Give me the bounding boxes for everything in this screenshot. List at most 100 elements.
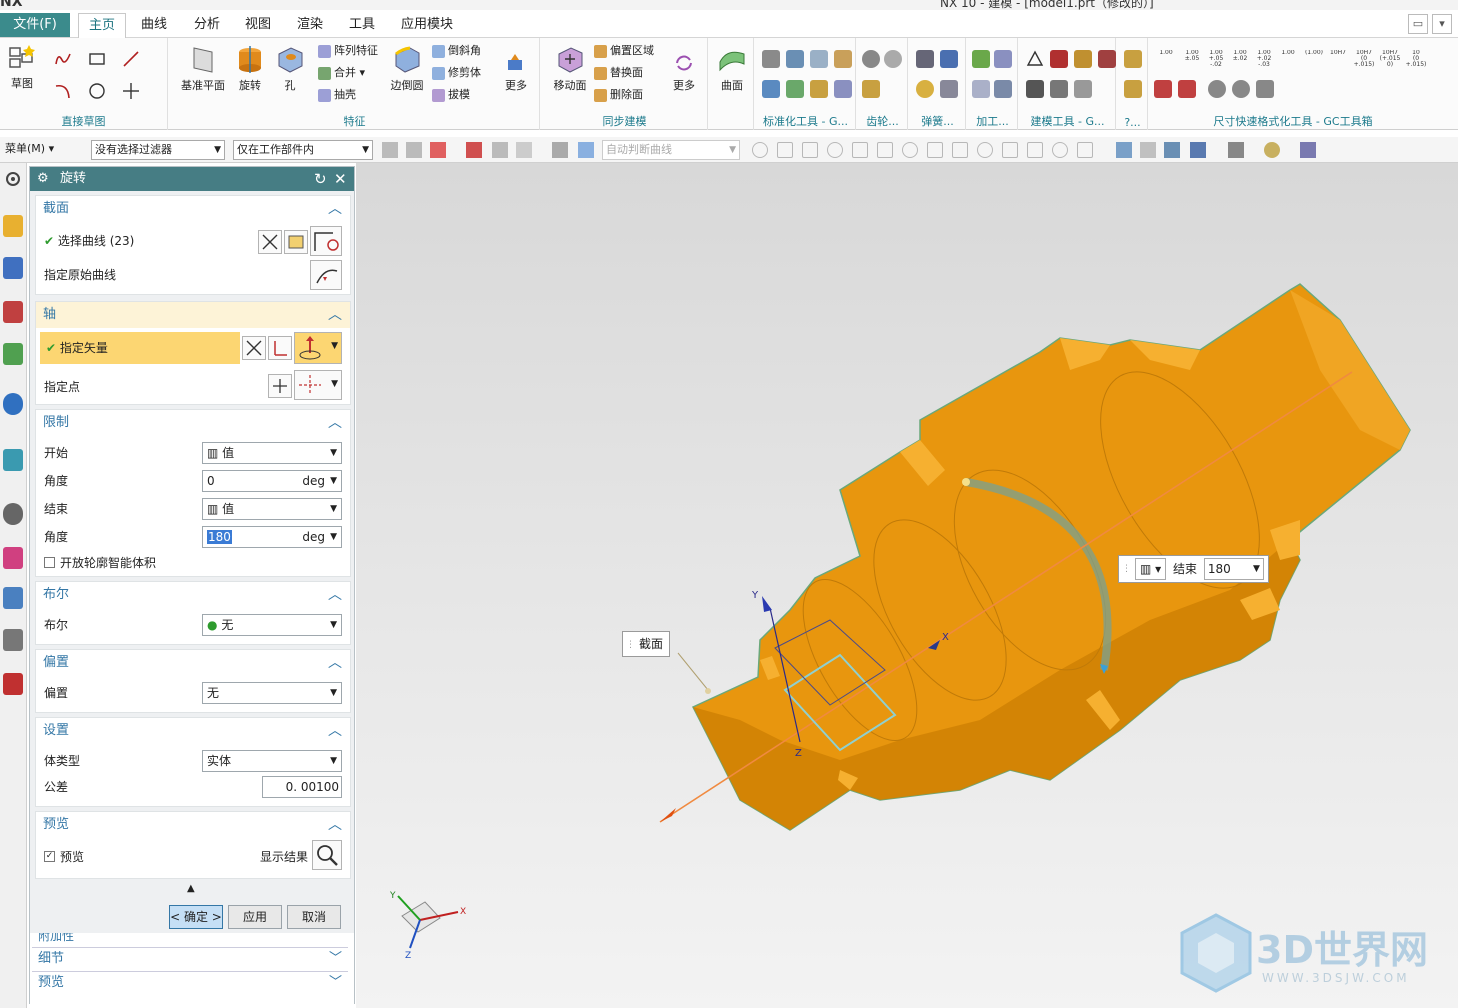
- collapse-icon[interactable]: ︿: [328, 650, 342, 676]
- profile-icon[interactable]: [54, 50, 72, 68]
- model-view[interactable]: Y Z X X Y Z: [356, 163, 1458, 1008]
- snap-point-icon[interactable]: [1077, 142, 1093, 158]
- std-tool-8-icon[interactable]: [834, 80, 852, 98]
- specify-vector-row[interactable]: ✔ 指定矢量: [40, 332, 240, 364]
- section-screen-tag[interactable]: ⋮ 截面: [622, 631, 671, 657]
- start-type-select[interactable]: ▥ 值 ▼: [202, 442, 342, 464]
- dim-tool-a-icon[interactable]: [1154, 80, 1172, 98]
- constraint-navigator-icon[interactable]: [3, 257, 23, 279]
- select-all-icon[interactable]: [430, 142, 446, 158]
- modeling-tool-2-icon[interactable]: [1050, 50, 1068, 68]
- partial-section-label[interactable]: 附加性: [38, 933, 74, 944]
- close-icon[interactable]: ✕: [334, 167, 347, 191]
- spring-tool-1-icon[interactable]: [916, 50, 934, 68]
- expand-up-arrow-icon[interactable]: ▲: [187, 883, 195, 894]
- gear-tool-1-icon[interactable]: [862, 50, 880, 68]
- collapse-icon[interactable]: ︿: [328, 196, 342, 222]
- render-style-icon[interactable]: [1116, 142, 1132, 158]
- snap-point-icon[interactable]: [752, 142, 768, 158]
- machining-tool-1-icon[interactable]: [972, 50, 990, 68]
- axis-arrow-head[interactable]: [660, 808, 676, 822]
- modeling-tool-7-icon[interactable]: [1074, 80, 1092, 98]
- snap-point-icon[interactable]: [877, 142, 893, 158]
- collapse-icon[interactable]: ︿: [328, 718, 342, 744]
- dialog-gear-icon[interactable]: ⚙: [37, 167, 49, 191]
- trim-body-button[interactable]: 修剪体: [432, 64, 481, 82]
- dim-format-button[interactable]: 1.00 ±.05: [1180, 50, 1204, 76]
- std-tool-3-icon[interactable]: [810, 50, 828, 68]
- ok-button[interactable]: < 确定 >: [169, 905, 223, 929]
- tab-tools[interactable]: 工具: [340, 13, 384, 38]
- section-settings-header[interactable]: 设置 ︿: [36, 718, 350, 744]
- std-tool-7-icon[interactable]: [810, 80, 828, 98]
- section-boolean-header[interactable]: 布尔 ︿: [36, 582, 350, 608]
- tab-home[interactable]: 主页: [78, 13, 126, 38]
- modeling-tool-4-icon[interactable]: [1098, 50, 1116, 68]
- assembly-navigator-icon[interactable]: [3, 215, 23, 237]
- body-type-select[interactable]: 实体 ▼: [202, 750, 342, 772]
- origin-curve-button[interactable]: [310, 260, 342, 290]
- point-icon[interactable]: [122, 82, 140, 100]
- snap-point-icon[interactable]: [952, 142, 968, 158]
- pattern-feature-button[interactable]: 阵列特征: [318, 42, 378, 60]
- replace-face-button[interactable]: 替换面: [594, 64, 643, 82]
- snap-point-icon[interactable]: [802, 142, 818, 158]
- selection-scope-select[interactable]: 仅在工作部件内 ▼: [233, 140, 373, 160]
- view-orient-icon[interactable]: [1190, 142, 1206, 158]
- hd3d-icon[interactable]: [3, 393, 23, 415]
- end-angle-input[interactable]: 180 deg ▼: [202, 526, 342, 548]
- curve-rule-select[interactable]: 自动判断曲线 ▼: [602, 140, 740, 160]
- open-profile-checkbox[interactable]: 开放轮廓智能体积: [44, 552, 156, 574]
- move-face-button[interactable]: 移动面: [548, 44, 592, 93]
- draft-button[interactable]: 拔模: [432, 86, 470, 104]
- roles-icon[interactable]: [3, 673, 23, 695]
- lasso-icon[interactable]: [492, 142, 508, 158]
- rectangle-icon[interactable]: [88, 50, 106, 68]
- sketch-section-button[interactable]: [284, 230, 308, 254]
- preview-section-header-2[interactable]: 预览 ﹀: [32, 971, 348, 993]
- gear-tool-2-icon[interactable]: [884, 50, 902, 68]
- std-tool-1-icon[interactable]: [762, 50, 780, 68]
- type-filter-select[interactable]: 没有选择过滤器 ▼: [91, 140, 225, 160]
- misc-tool-1-icon[interactable]: [1124, 50, 1142, 68]
- section-preview-header[interactable]: 预览 ︿: [36, 812, 350, 838]
- checkbox-icon[interactable]: [44, 557, 55, 568]
- settings-gear-icon[interactable]: [3, 169, 23, 191]
- point-type-dropdown[interactable]: ▼: [294, 370, 342, 400]
- modeling-tool-5-icon[interactable]: [1026, 80, 1044, 98]
- collapse-icon[interactable]: ︿: [328, 302, 342, 328]
- section-offset-header[interactable]: 偏置 ︿: [36, 650, 350, 676]
- modeling-tool-6-icon[interactable]: [1050, 80, 1068, 98]
- snap-point-icon[interactable]: [852, 142, 868, 158]
- machining-tool-3-icon[interactable]: [972, 80, 990, 98]
- point-dialog-button[interactable]: [268, 374, 292, 398]
- manufacturing-wizard-icon[interactable]: [3, 629, 23, 651]
- offset-select[interactable]: 无 ▼: [202, 682, 342, 704]
- sketch-button[interactable]: 草图: [4, 42, 40, 91]
- section-cross-header[interactable]: 截面 ︿: [36, 196, 350, 222]
- dim-tool-e-icon[interactable]: [1256, 80, 1274, 98]
- filter-icon[interactable]: [406, 142, 422, 158]
- ribbon-minimize-icon[interactable]: ▭: [1408, 14, 1428, 34]
- dim-format-button[interactable]: 1.00 +.02 -.03: [1252, 50, 1276, 76]
- view-body-icon[interactable]: [552, 142, 568, 158]
- collapse-icon[interactable]: ︿: [328, 410, 342, 436]
- select-curve-row[interactable]: ✔ 选择曲线 (23): [44, 230, 134, 252]
- snap-point-icon[interactable]: [777, 142, 793, 158]
- snap-point-icon[interactable]: [1002, 142, 1018, 158]
- dim-tool-d-icon[interactable]: [1232, 80, 1250, 98]
- datum-plane-button[interactable]: 基准平面: [180, 44, 226, 93]
- dim-tool-c-icon[interactable]: [1208, 80, 1226, 98]
- std-tool-4-icon[interactable]: [834, 50, 852, 68]
- collapse-icon[interactable]: ︿: [328, 812, 342, 838]
- triangle-icon[interactable]: [1026, 50, 1044, 68]
- end-mini-input[interactable]: 180 ▼: [1203, 558, 1264, 580]
- end-angle-screen-input[interactable]: ⋮ ▥ ▾ 结束 180 ▼: [1118, 555, 1269, 583]
- edge-blend-button[interactable]: 边倒圆: [386, 44, 428, 93]
- start-angle-input[interactable]: 0 deg ▼: [202, 470, 342, 492]
- tolerance-input[interactable]: 0. 00100: [262, 776, 342, 798]
- reset-icon[interactable]: ↻: [314, 167, 327, 191]
- process-studio-icon[interactable]: [3, 587, 23, 609]
- tab-app-modules[interactable]: 应用模块: [394, 13, 460, 38]
- std-tool-2-icon[interactable]: [786, 50, 804, 68]
